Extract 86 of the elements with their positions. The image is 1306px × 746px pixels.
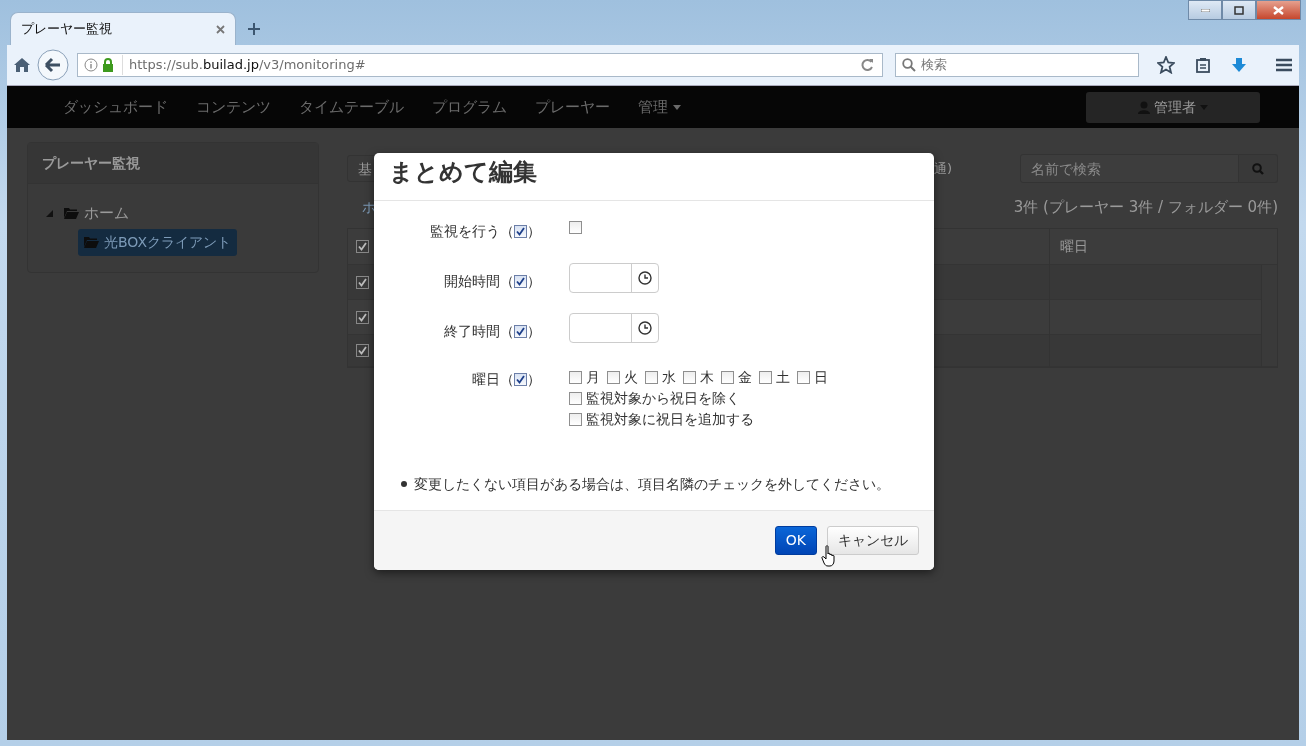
day-label: 水 <box>662 368 676 387</box>
checkbox[interactable] <box>356 275 369 289</box>
search-field[interactable]: 検索 <box>895 53 1139 77</box>
field-label: 開始時間（ <box>444 272 514 291</box>
tree-item[interactable]: ホーム <box>64 202 129 225</box>
minimize-icon <box>1200 8 1210 12</box>
checkbox[interactable] <box>607 371 620 384</box>
address-bar[interactable]: https://sub.builad.jp/v3/monitoring# <box>77 53 883 77</box>
day-label: 金 <box>738 368 752 387</box>
maximize-button[interactable] <box>1222 0 1256 20</box>
clock-icon <box>638 271 652 285</box>
search-icon <box>902 58 916 72</box>
checkbox[interactable] <box>569 371 582 384</box>
field-label: ） <box>527 370 541 389</box>
checkbox[interactable] <box>569 392 582 405</box>
reload-icon[interactable] <box>860 58 874 72</box>
option-label: 監視対象から祝日を除く <box>586 389 740 408</box>
ok-button[interactable]: OK <box>774 526 817 555</box>
include-checkbox[interactable] <box>514 275 527 288</box>
bullet-icon <box>401 481 407 488</box>
maximize-icon <box>1234 5 1244 15</box>
cancel-button[interactable]: キャンセル <box>827 526 919 555</box>
expand-toggle-icon[interactable] <box>46 209 53 217</box>
note-text: 変更したくない項目がある場合は、項目名隣のチェックを外してください。 <box>414 475 890 494</box>
tab-title: プレーヤー監視 <box>21 20 112 39</box>
nav-link[interactable]: プログラム <box>418 95 521 119</box>
close-button[interactable] <box>1256 0 1301 20</box>
back-icon[interactable] <box>37 49 69 81</box>
home-icon[interactable] <box>13 57 31 73</box>
info-icon <box>84 58 98 72</box>
day-label: 火 <box>624 368 638 387</box>
search-icon <box>1252 162 1264 175</box>
field-label: ） <box>527 322 541 341</box>
time-field[interactable] <box>569 263 659 293</box>
browser-tab[interactable]: プレーヤー監視 <box>10 12 236 45</box>
checkbox[interactable] <box>797 371 810 384</box>
nav-link[interactable]: ダッシュボード <box>49 95 182 119</box>
search-placeholder: 検索 <box>921 56 947 75</box>
tree-item[interactable]: 光BOXクライアント <box>78 228 238 256</box>
user-menu-button[interactable]: 管理者 <box>1086 91 1260 123</box>
minimize-button[interactable] <box>1188 0 1222 20</box>
nav-link[interactable]: プレーヤー <box>521 95 624 119</box>
nav-link[interactable]: コンテンツ <box>182 95 285 119</box>
close-icon <box>1273 5 1284 15</box>
checkbox[interactable] <box>759 371 772 384</box>
field-label: 監視を行う（ <box>430 222 514 241</box>
option-label: 監視対象に祝日を追加する <box>586 410 754 429</box>
checkbox[interactable] <box>569 221 582 234</box>
checkbox[interactable] <box>356 344 369 357</box>
checkbox[interactable] <box>683 371 696 384</box>
time-field[interactable] <box>569 313 659 343</box>
include-checkbox[interactable] <box>514 325 527 338</box>
day-label: 月 <box>586 368 600 387</box>
folder-icon <box>64 207 79 220</box>
nav-link[interactable]: タイムテーブル <box>285 95 418 119</box>
download-icon[interactable] <box>1231 57 1247 73</box>
folder-icon <box>84 236 99 248</box>
panel-title: プレーヤー監視 <box>28 143 318 184</box>
checkbox[interactable] <box>569 413 582 426</box>
checkbox[interactable] <box>356 240 369 253</box>
field-label: 終了時間（ <box>444 322 514 341</box>
day-label: 土 <box>776 368 790 387</box>
item-count: 3件 (プレーヤー 3件 / フォルダー 0件) <box>1013 196 1278 218</box>
nav-link[interactable]: 管理 <box>624 95 695 119</box>
new-tab-icon[interactable] <box>248 23 260 35</box>
checkbox[interactable] <box>645 371 658 384</box>
include-checkbox[interactable] <box>514 373 527 386</box>
bookmark-star-icon[interactable] <box>1157 56 1175 74</box>
menu-icon[interactable] <box>1275 58 1293 72</box>
day-label: 木 <box>700 368 714 387</box>
field-label: ） <box>527 222 541 241</box>
checkbox[interactable] <box>356 310 369 324</box>
hand-cursor-icon <box>821 545 837 567</box>
clock-icon <box>638 321 652 335</box>
name-search-field[interactable]: 名前で検索 <box>1020 154 1239 183</box>
day-label: 日 <box>814 368 828 387</box>
include-checkbox[interactable] <box>514 225 527 238</box>
clipboard-icon[interactable] <box>1195 57 1211 73</box>
field-label: ） <box>527 272 541 291</box>
lock-icon <box>102 58 114 72</box>
url-text: https://sub.builad.jp/v3/monitoring# <box>122 55 852 75</box>
checkbox[interactable] <box>721 371 734 384</box>
dialog-title: まとめて編集 <box>389 158 538 187</box>
toolbar-text: 通) <box>933 159 952 178</box>
close-icon[interactable] <box>216 24 225 34</box>
field-label: 曜日（ <box>472 370 514 389</box>
